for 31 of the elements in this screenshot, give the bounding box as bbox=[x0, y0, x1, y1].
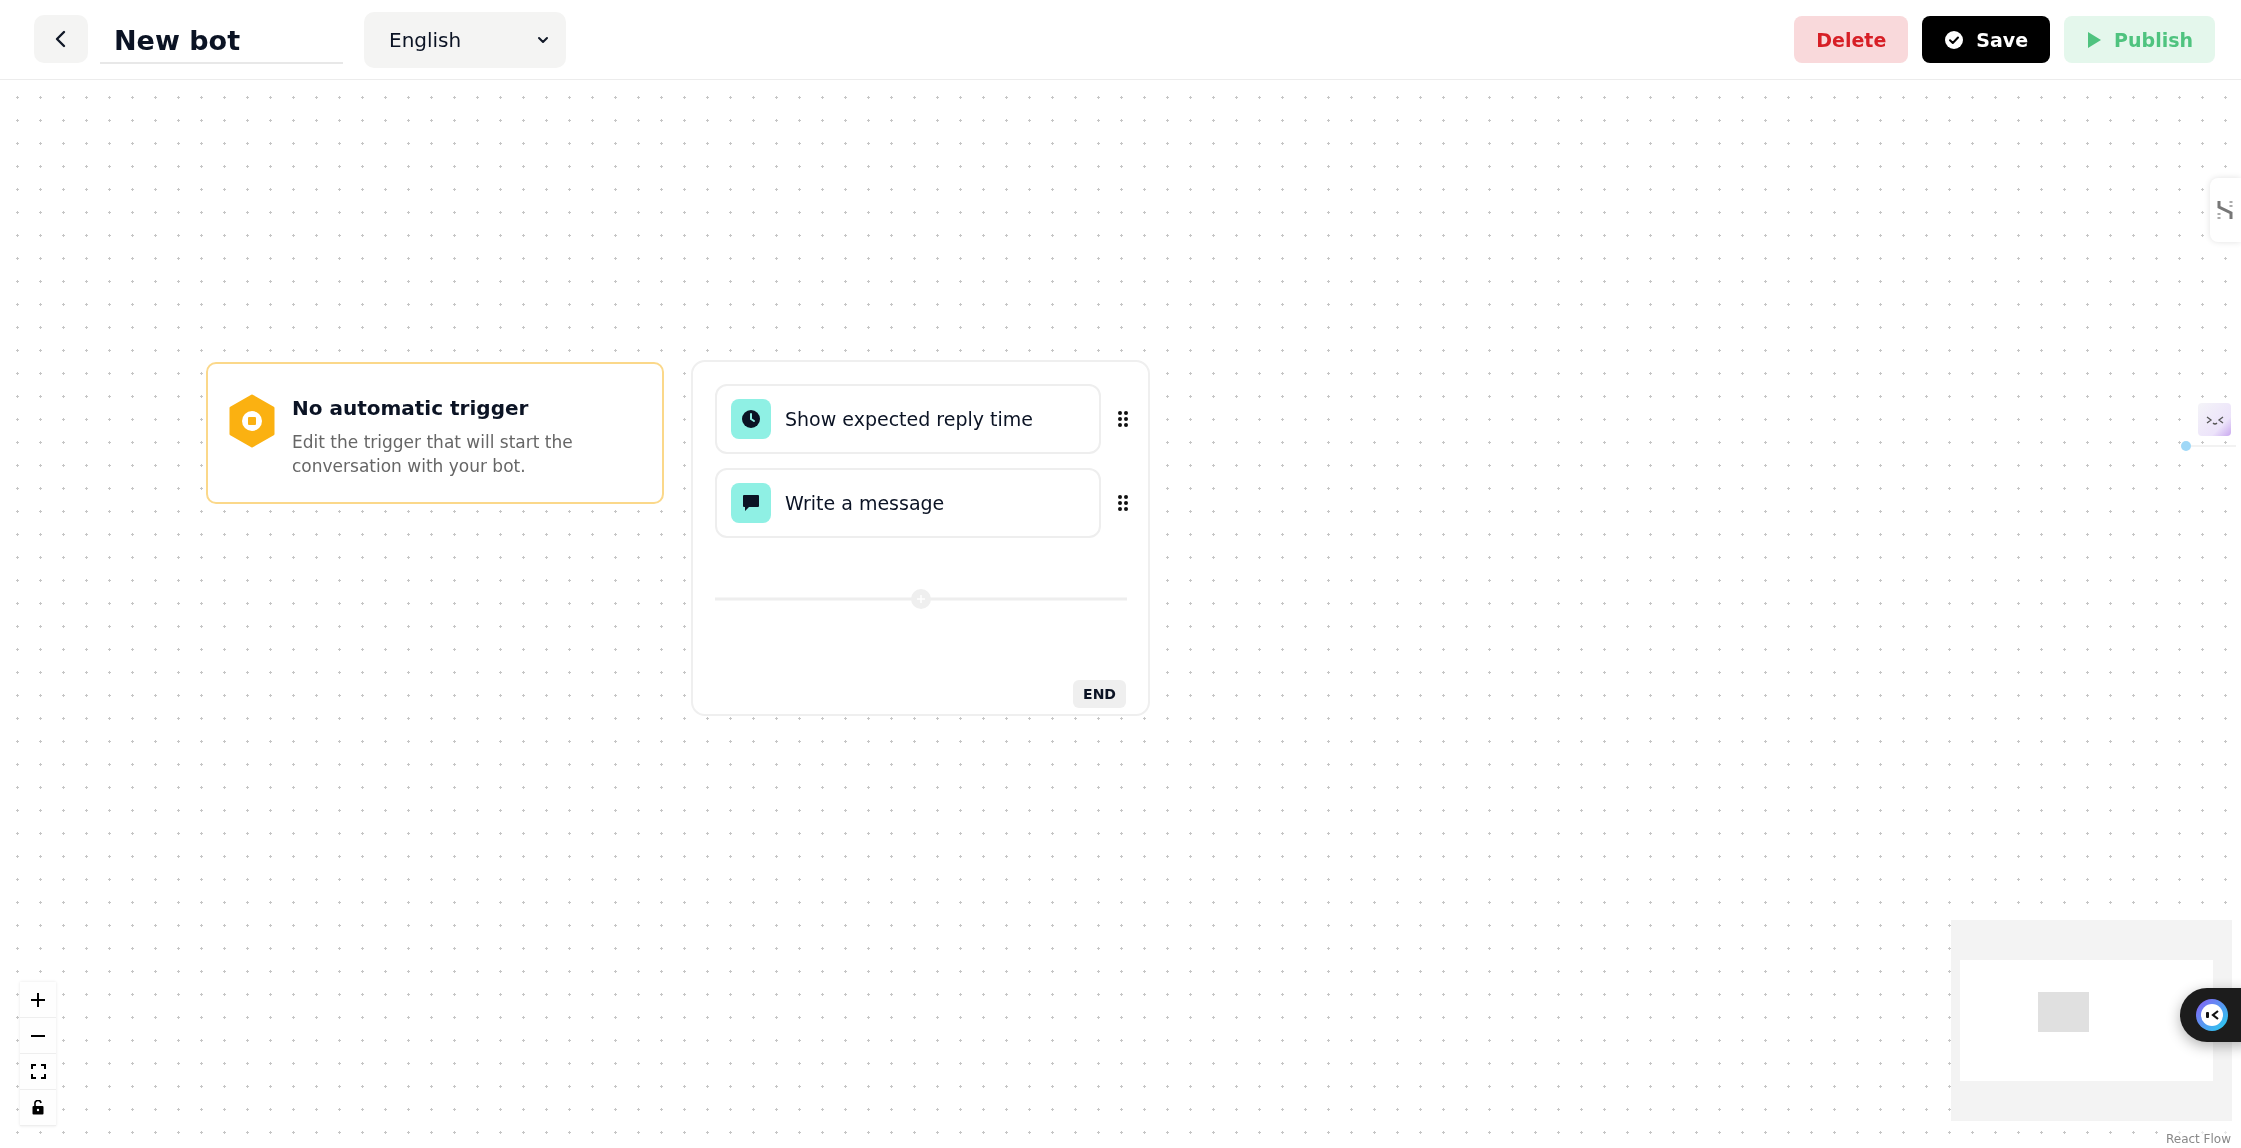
chat-bubble-icon bbox=[741, 493, 761, 513]
lock-button[interactable] bbox=[20, 1090, 56, 1126]
edge-handle[interactable] bbox=[2180, 440, 2236, 452]
trigger-title: No automatic trigger bbox=[292, 396, 530, 420]
chat-launcher[interactable] bbox=[2180, 988, 2241, 1042]
step-item[interactable]: Show expected reply time bbox=[715, 384, 1101, 454]
minimap[interactable] bbox=[1951, 920, 2232, 1121]
trigger-description: Edit the trigger that will start the conversation with your bot. bbox=[292, 431, 574, 478]
check-circle-icon bbox=[1944, 29, 1965, 50]
play-icon bbox=[2086, 30, 2103, 49]
hexagon-icon bbox=[228, 394, 276, 448]
padlock-icon bbox=[32, 1100, 44, 1115]
step-item[interactable]: Write a message bbox=[715, 468, 1101, 538]
plus-icon bbox=[30, 991, 46, 1008]
language-dropdown[interactable]: English bbox=[364, 11, 566, 68]
side-panel-toggle[interactable] bbox=[2210, 178, 2241, 242]
zoom-out-button[interactable] bbox=[20, 1018, 56, 1054]
trigger-node[interactable]: No automatic trigger Edit the trigger that will start the conversation with your bot. bbox=[206, 362, 664, 504]
fullscreen-icon bbox=[30, 1064, 46, 1079]
minimap-node bbox=[2038, 992, 2089, 1032]
drag-handle-icon[interactable] bbox=[1117, 494, 1129, 512]
drag-handle-icon[interactable] bbox=[1117, 410, 1129, 428]
face-widget[interactable] bbox=[2198, 403, 2231, 436]
face-icon bbox=[2195, 998, 2229, 1032]
minus-icon bbox=[30, 1033, 46, 1038]
save-button[interactable]: Save bbox=[1922, 16, 2051, 63]
end-badge: END bbox=[1073, 680, 1126, 708]
zoom-in-button[interactable] bbox=[20, 982, 56, 1018]
fit-view-button[interactable] bbox=[20, 1054, 56, 1090]
clock-icon bbox=[741, 409, 761, 429]
delete-button[interactable]: Delete bbox=[1794, 16, 1909, 63]
